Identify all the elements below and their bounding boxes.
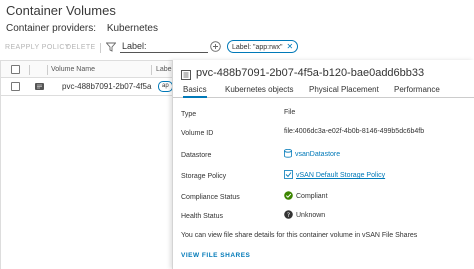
health-text: Unknown [296, 212, 326, 219]
column-header-volume-name[interactable]: Volume Name [51, 66, 95, 73]
storage-policy-icon [284, 170, 293, 179]
tab-performance[interactable]: Performance [394, 85, 440, 94]
delete-button[interactable]: DELETE [66, 44, 96, 51]
filter-chip[interactable]: Label: "app:rwx" ✕ [227, 40, 299, 53]
panel-title: pvc-488b7091-2b07-4f5a-b120-bae0add6bb33 [196, 67, 425, 79]
column-separator [29, 65, 30, 75]
health-value: ? Unknown [284, 210, 325, 219]
add-filter-icon[interactable] [210, 41, 221, 52]
column-separator [47, 65, 48, 75]
type-value: File [284, 109, 296, 116]
volume-id-label: Volume ID [181, 130, 214, 137]
row-label-chip: ap [158, 81, 173, 92]
grid-header: Volume Name Labe [1, 60, 177, 78]
toolbar-divider [100, 43, 101, 53]
column-separator [151, 65, 152, 75]
storage-policy-value[interactable]: vSAN Default Storage Policy [296, 172, 385, 179]
health-label: Health Status [181, 213, 224, 220]
chip-close-icon[interactable]: ✕ [287, 42, 294, 51]
storage-policy-link[interactable]: vSAN Default Storage Policy [284, 170, 385, 179]
tab-kubernetes-objects[interactable]: Kubernetes objects [225, 85, 294, 94]
unknown-status-icon: ? [284, 210, 293, 219]
type-label: Type [181, 111, 197, 118]
row-checkbox[interactable] [11, 82, 20, 91]
table-row[interactable]: pvc-488b7091-2b07-4f5a ap [1, 78, 177, 96]
reapply-policy-button[interactable]: REAPPLY POLICY [5, 44, 70, 51]
filter-chip-label: Label: "app:rwx" [232, 44, 283, 51]
page-title: Container Volumes [6, 3, 116, 18]
column-header-label[interactable]: Labe [156, 66, 172, 73]
label-filter-input[interactable]: Label: [120, 40, 208, 53]
providers-value[interactable]: Kubernetes [107, 23, 158, 34]
volumes-grid: Volume Name Labe pvc-488b7091-2b07-4f5a … [0, 60, 177, 269]
select-all-checkbox[interactable] [11, 65, 20, 74]
detail-panel: pvc-488b7091-2b07-4f5a-b120-bae0add6bb33… [172, 60, 474, 269]
datastore-link[interactable]: vsanDatastore [284, 149, 340, 158]
row-volume-name[interactable]: pvc-488b7091-2b07-4f5a [62, 82, 151, 91]
datastore-icon [284, 149, 292, 158]
container-providers: Container providers: Kubernetes [6, 23, 158, 34]
view-file-shares-button[interactable]: VIEW FILE SHARES [181, 252, 250, 259]
compliant-check-icon [284, 191, 293, 200]
storage-policy-label: Storage Policy [181, 173, 227, 180]
volume-id-value: file:4006dc3a-e02f-4b0b-8146-499b5dc6b4f… [284, 128, 425, 135]
compliance-label: Compliance Status [181, 194, 240, 201]
tab-basics[interactable]: Basics [183, 85, 207, 98]
compliance-text: Compliant [296, 193, 328, 200]
datastore-label: Datastore [181, 152, 212, 159]
providers-label: Container providers: [6, 23, 97, 34]
file-share-note: You can view file share details for this… [181, 232, 418, 239]
compliance-value: Compliant [284, 191, 328, 200]
tab-physical-placement[interactable]: Physical Placement [309, 85, 379, 94]
svg-text:?: ? [287, 211, 290, 219]
volume-icon [181, 70, 191, 80]
row-details-icon[interactable] [35, 83, 44, 90]
tab-bar: Basics Kubernetes objects Physical Place… [173, 83, 474, 98]
filter-icon[interactable] [106, 42, 116, 52]
toolbar: REAPPLY POLICY DELETE Label: Label: "app… [0, 38, 474, 56]
datastore-value[interactable]: vsanDatastore [295, 151, 340, 158]
